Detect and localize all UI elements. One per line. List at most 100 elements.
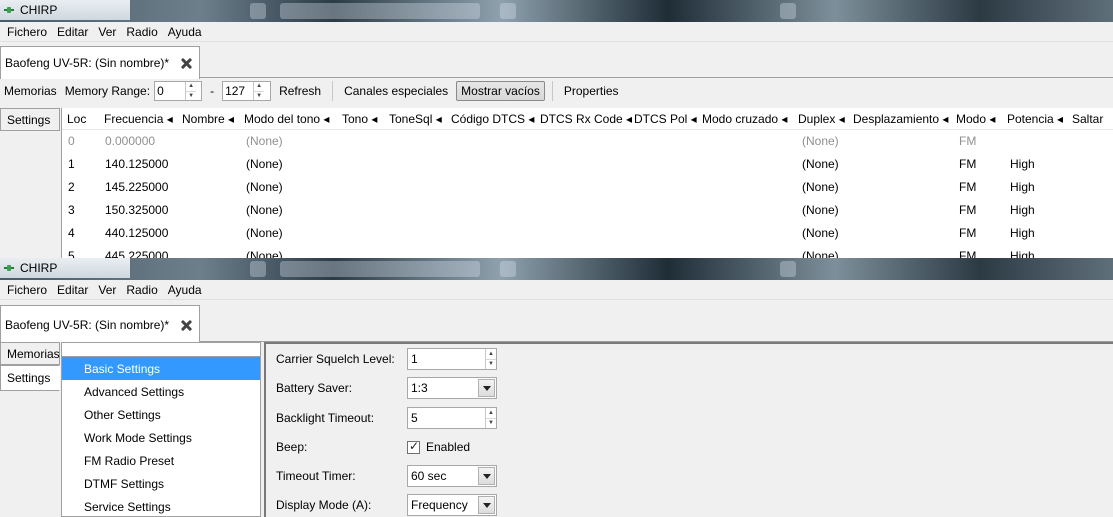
checkbox-label: Enabled [426, 440, 471, 454]
beep-checkbox[interactable]: Enabled [407, 439, 471, 454]
spin-up-icon[interactable]: ▲ [254, 82, 264, 91]
table-row[interactable]: 3 150.325000 (None) (None) FM High [62, 199, 1113, 222]
window-title: CHIRP [20, 261, 58, 275]
cell-power: High [1010, 249, 1035, 258]
range-dash: - [210, 84, 215, 98]
tab-settings[interactable]: Settings [0, 365, 60, 391]
carrier-squelch-spinner[interactable]: ▲▼ [407, 348, 497, 370]
timeout-timer-select[interactable]: 60 sec [407, 465, 497, 487]
properties-button[interactable]: Properties [560, 82, 623, 100]
column-header[interactable]: Potencia ◂ [1007, 112, 1063, 126]
blurred-taskbar-icon [500, 3, 516, 19]
battery-saver-select[interactable]: 1:3 [407, 377, 497, 399]
backlight-timeout-input[interactable] [408, 408, 485, 428]
cell-mode: FM [959, 249, 977, 258]
column-header[interactable]: Loc [67, 112, 86, 126]
chirp-app-icon [4, 5, 14, 15]
table-row[interactable]: 1 140.125000 (None) (None) FM High [62, 153, 1113, 176]
setting-timeout-timer: Timeout Timer: 60 sec [276, 464, 497, 488]
table-row[interactable]: 5 445.225000 (None) (None) FM High [62, 245, 1113, 258]
blurred-taskbar-icon [780, 3, 796, 19]
menu-fichero[interactable]: Fichero [2, 283, 52, 297]
spin-down-icon[interactable]: ▼ [254, 90, 265, 101]
column-header[interactable]: Modo del tono ◂ [244, 112, 329, 126]
cell-frequency: 440.125000 [105, 226, 169, 240]
settings-form: Carrier Squelch Level: ▲▼ Battery Saver:… [264, 342, 1113, 517]
table-row[interactable]: 0 0.000000 (None) (None) FM [62, 130, 1113, 153]
column-header[interactable]: DTCS Rx Code ◂ [540, 112, 632, 126]
cell-frequency: 140.125000 [105, 157, 169, 171]
spin-up-icon[interactable]: ▲ [486, 408, 496, 418]
spin-down-icon[interactable]: ▼ [186, 90, 197, 101]
range-start-input[interactable] [155, 82, 186, 100]
range-end-spinner[interactable]: ▲▼ [222, 81, 272, 101]
chevron-down-icon[interactable] [478, 467, 495, 485]
tree-item-basic-settings[interactable]: Basic Settings [62, 357, 260, 380]
document-tab[interactable]: Baofeng UV-5R: (Sin nombre)* [0, 305, 201, 343]
chevron-down-icon[interactable] [478, 496, 495, 514]
document-tab[interactable]: Baofeng UV-5R: (Sin nombre)* [0, 46, 201, 79]
close-icon[interactable] [179, 56, 193, 70]
checkbox-checked-icon[interactable] [407, 439, 420, 454]
menu-ver[interactable]: Ver [93, 283, 121, 297]
column-header[interactable]: Saltar [1072, 112, 1103, 126]
refresh-button[interactable]: Refresh [275, 82, 325, 100]
tree-filter-field[interactable] [62, 343, 260, 357]
column-header[interactable]: Frecuencia ◂ [104, 112, 173, 126]
column-header[interactable]: Desplazamiento ◂ [853, 112, 948, 126]
column-header[interactable]: DTCS Pol ◂ [634, 112, 697, 126]
select-value: 1:3 [411, 381, 428, 395]
tree-item-advanced-settings[interactable]: Advanced Settings [62, 380, 260, 403]
cell-tone-mode: (None) [246, 157, 283, 171]
cell-power: High [1010, 180, 1035, 194]
side-tabs: Memorias Settings [0, 342, 60, 391]
table-row[interactable]: 4 440.125000 (None) (None) FM High [62, 222, 1113, 245]
blurred-taskbar-item [280, 3, 480, 19]
cell-duplex: (None) [802, 226, 839, 240]
window-title: CHIRP [20, 3, 58, 17]
cell-loc: 1 [68, 157, 75, 171]
spin-down-icon[interactable]: ▼ [486, 417, 496, 429]
menu-radio[interactable]: Radio [121, 283, 162, 297]
spin-down-icon[interactable]: ▼ [486, 358, 496, 370]
column-header[interactable]: Modo cruzado ◂ [702, 112, 787, 126]
column-header[interactable]: Código DTCS ◂ [451, 112, 534, 126]
tab-memorias[interactable]: Memorias [4, 84, 57, 98]
column-header[interactable]: Modo ◂ [956, 112, 995, 126]
spin-up-icon[interactable]: ▲ [186, 82, 196, 91]
chevron-down-icon[interactable] [478, 379, 495, 397]
table-row[interactable]: 2 145.225000 (None) (None) FM High [62, 176, 1113, 199]
show-empty-toggle[interactable]: Mostrar vacíos [456, 81, 545, 101]
menu-editar[interactable]: Editar [52, 25, 93, 39]
range-end-input[interactable] [223, 82, 254, 100]
column-header[interactable]: Duplex ◂ [798, 112, 845, 126]
spin-up-icon[interactable]: ▲ [486, 349, 496, 359]
menu-fichero[interactable]: Fichero [2, 25, 52, 39]
carrier-squelch-input[interactable] [408, 349, 485, 369]
tree-item-other-settings[interactable]: Other Settings [62, 403, 260, 426]
cell-frequency: 0.000000 [105, 134, 156, 148]
menu-radio[interactable]: Radio [121, 25, 162, 39]
chirp-window-settings: CHIRP Fichero Editar Ver Radio Ayuda Bao… [0, 258, 1113, 517]
tree-item-service-settings[interactable]: Service Settings [62, 495, 260, 517]
menu-ayuda[interactable]: Ayuda [163, 283, 207, 297]
column-header[interactable]: ToneSql ◂ [389, 112, 442, 126]
memory-range-label: Memory Range: [64, 84, 151, 98]
tab-memorias[interactable]: Memorias [0, 342, 60, 365]
tab-settings[interactable]: Settings [0, 108, 60, 131]
backlight-timeout-spinner[interactable]: ▲▼ [407, 407, 497, 429]
tree-item-fm-radio-preset[interactable]: FM Radio Preset [62, 449, 260, 472]
menu-ver[interactable]: Ver [93, 25, 121, 39]
special-channels-button[interactable]: Canales especiales [340, 82, 452, 100]
menu-ayuda[interactable]: Ayuda [163, 25, 207, 39]
menu-editar[interactable]: Editar [52, 283, 93, 297]
tree-item-dtmf-settings[interactable]: DTMF Settings [62, 472, 260, 495]
column-header[interactable]: Nombre ◂ [182, 112, 234, 126]
column-header[interactable]: Tono ◂ [342, 112, 377, 126]
range-start-spinner[interactable]: ▲▼ [154, 81, 203, 101]
close-icon[interactable] [179, 318, 193, 332]
display-mode-a-select[interactable]: Frequency [407, 494, 497, 516]
document-tab-label: Baofeng UV-5R: (Sin nombre)* [5, 56, 170, 70]
tree-item-work-mode-settings[interactable]: Work Mode Settings [62, 426, 260, 449]
cell-duplex: (None) [802, 203, 839, 217]
